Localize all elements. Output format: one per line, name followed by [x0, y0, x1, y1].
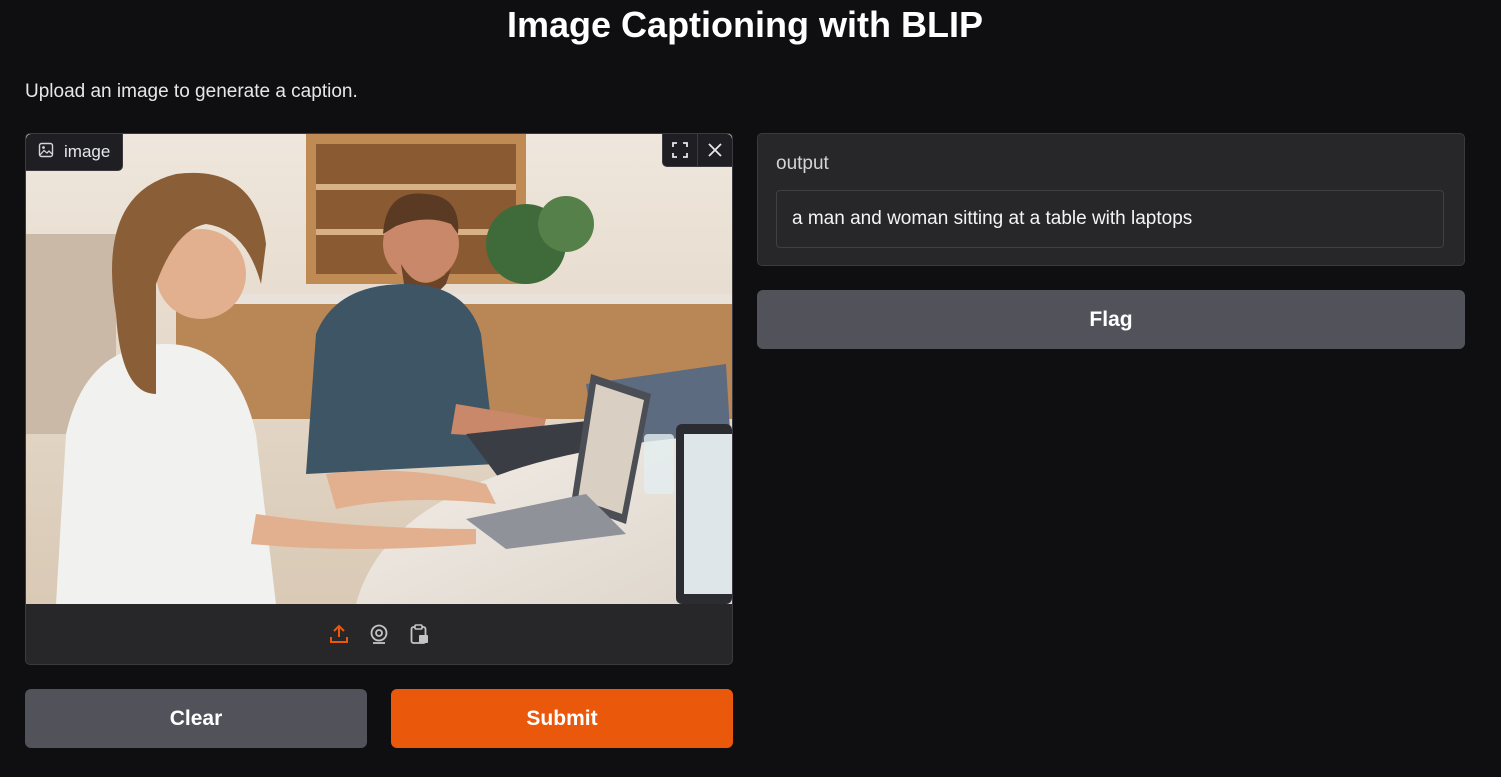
- image-preview[interactable]: [26, 134, 732, 604]
- output-label: output: [776, 153, 829, 174]
- image-icon: [38, 142, 54, 163]
- page-title: Image Captioning with BLIP: [507, 4, 983, 45]
- image-label-text: image: [64, 142, 111, 161]
- image-input-block[interactable]: image: [25, 133, 733, 665]
- clipboard-icon[interactable]: [408, 622, 430, 646]
- webcam-icon[interactable]: [368, 622, 390, 646]
- image-source-bar: [26, 604, 732, 664]
- page-description: Upload an image to generate a caption.: [25, 81, 358, 102]
- output-block: output a man and woman sitting at a tabl…: [757, 133, 1465, 266]
- close-icon[interactable]: [697, 134, 732, 166]
- output-textbox[interactable]: a man and woman sitting at a table with …: [776, 190, 1444, 248]
- flag-button[interactable]: Flag: [757, 290, 1465, 349]
- clear-button[interactable]: Clear: [25, 689, 367, 748]
- submit-button[interactable]: Submit: [391, 689, 733, 748]
- image-actions: [662, 134, 732, 167]
- image-input-label: image: [26, 134, 124, 171]
- output-text: a man and woman sitting at a table with …: [792, 208, 1193, 229]
- fullscreen-icon[interactable]: [663, 134, 697, 166]
- upload-icon[interactable]: [328, 622, 350, 646]
